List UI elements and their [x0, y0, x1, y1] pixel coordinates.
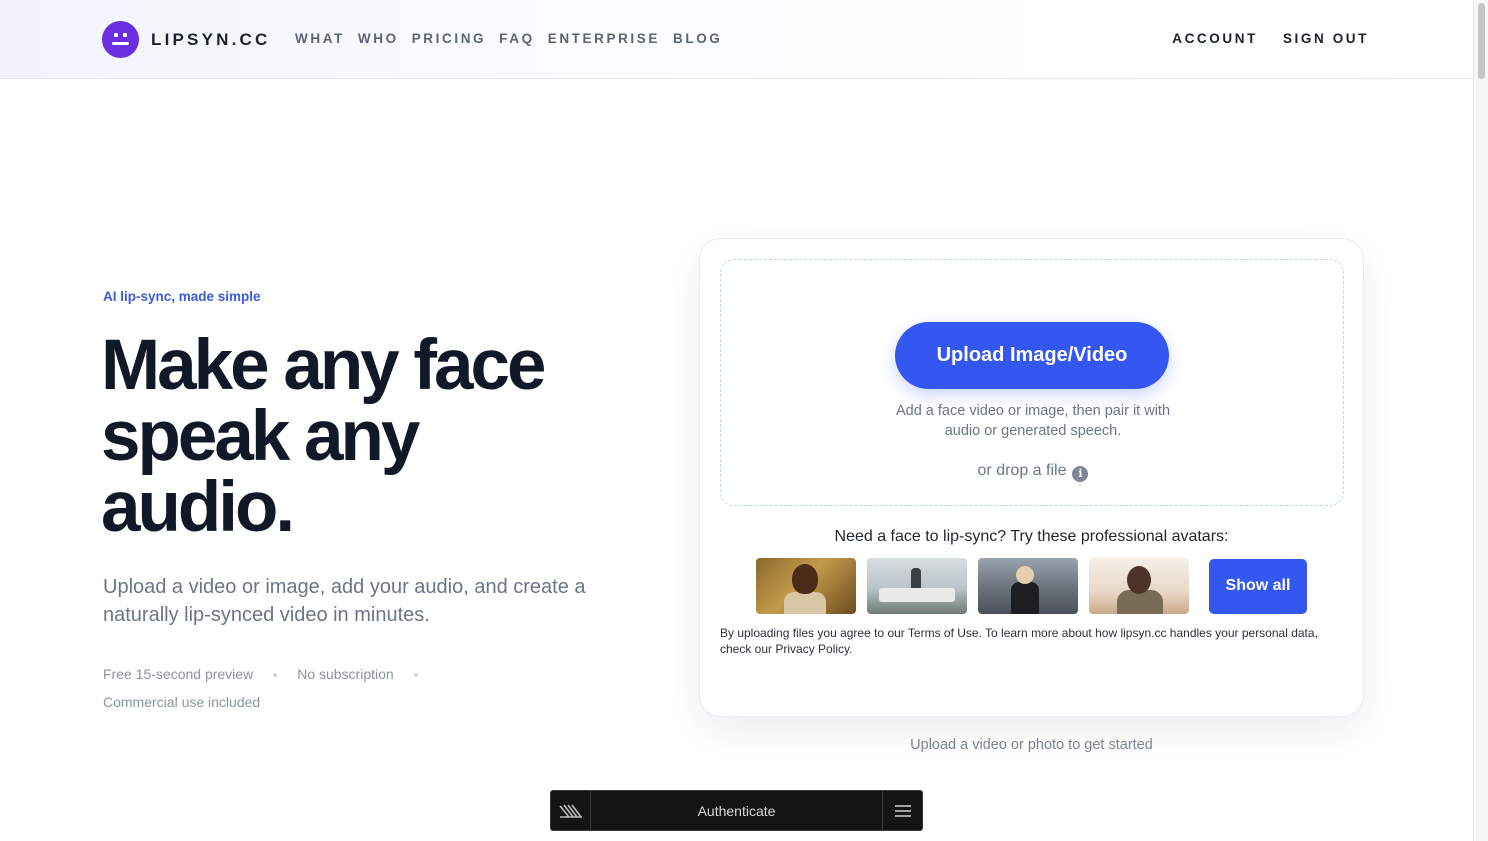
headline-line-1: Make any face [101, 326, 547, 405]
nav-enterprise[interactable]: ENTERPRISE [548, 31, 660, 46]
avatar-meeting-room[interactable] [867, 558, 967, 614]
headline-line-3: audio. [101, 468, 295, 547]
upload-hint-line-1: Add a face video or image, then pair it … [895, 403, 1171, 419]
upload-image-video-button[interactable]: Upload Image/Video [895, 322, 1169, 389]
hero-subtext: Upload a video or image, add your audio,… [103, 576, 586, 626]
feature-free-preview: Free 15-second preview [103, 666, 254, 682]
nav-faq[interactable]: FAQ [499, 31, 535, 46]
info-icon[interactable]: i [1072, 465, 1089, 482]
headline-line-2: speak any [101, 397, 420, 476]
sign-out-link[interactable]: SIGN OUT [1283, 31, 1369, 46]
page-scrollbar[interactable] [1473, 0, 1488, 841]
feature-no-subscription: No subscription [297, 666, 394, 682]
logo[interactable]: LIPSYN.CC [102, 21, 270, 58]
authenticate-label[interactable]: Authenticate [591, 803, 882, 819]
drop-zone[interactable]: Upload Image/Video Add a face video or i… [720, 259, 1344, 506]
avatar-woman-yellow-background[interactable] [756, 558, 856, 614]
avatar-older-man[interactable] [1089, 558, 1189, 614]
site-header: LIPSYN.CC WHAT WHO PRICING FAQ ENTERPRIS… [0, 0, 1473, 79]
scrollbar-thumb[interactable] [1478, 3, 1485, 79]
account-nav: ACCOUNT SIGN OUT [1147, 31, 1369, 46]
feature-list: Free 15-second preview No subscription Co… [103, 660, 483, 716]
drop-file-label: or drop a file [977, 462, 1067, 479]
logo-face-icon [102, 21, 139, 58]
nav-pricing[interactable]: PRICING [412, 31, 486, 46]
hero-eyebrow: AI lip-sync, made simple [103, 289, 261, 304]
authenticate-bar[interactable]: Authenticate [550, 790, 923, 831]
avatars-title: Need a face to lip-sync? Try these profe… [834, 528, 1229, 545]
upload-hint-line-2: audio or generated speech. [944, 423, 1122, 439]
feature-commercial-use: Commercial use included [103, 694, 261, 710]
legal-notice: By uploading files you agree to our Term… [720, 626, 1318, 656]
stripes-logo-icon [551, 791, 591, 830]
avatar-woman-street[interactable] [978, 558, 1078, 614]
drop-file-line: or drop a file i [721, 462, 1345, 482]
get-started-caption: Upload a video or photo to get started [910, 737, 1153, 753]
hero-headline: Make any face speak any audio. [101, 330, 661, 543]
nav-what[interactable]: WHAT [295, 31, 345, 46]
hamburger-menu-icon[interactable] [882, 791, 922, 830]
account-link[interactable]: ACCOUNT [1172, 31, 1258, 46]
nav-who[interactable]: WHO [358, 31, 399, 46]
logo-text: LIPSYN.CC [151, 29, 271, 49]
upload-card: Upload Image/Video Add a face video or i… [699, 238, 1364, 717]
nav-blog[interactable]: BLOG [673, 31, 722, 46]
avatar-strip: Show all [756, 558, 1307, 614]
separator-dot [273, 673, 278, 678]
show-all-avatars-button[interactable]: Show all [1209, 558, 1307, 614]
main-nav: WHAT WHO PRICING FAQ ENTERPRISE BLOG [295, 31, 735, 46]
upload-hint: Add a face video or image, then pair it … [721, 401, 1345, 441]
separator-dot [413, 673, 418, 678]
